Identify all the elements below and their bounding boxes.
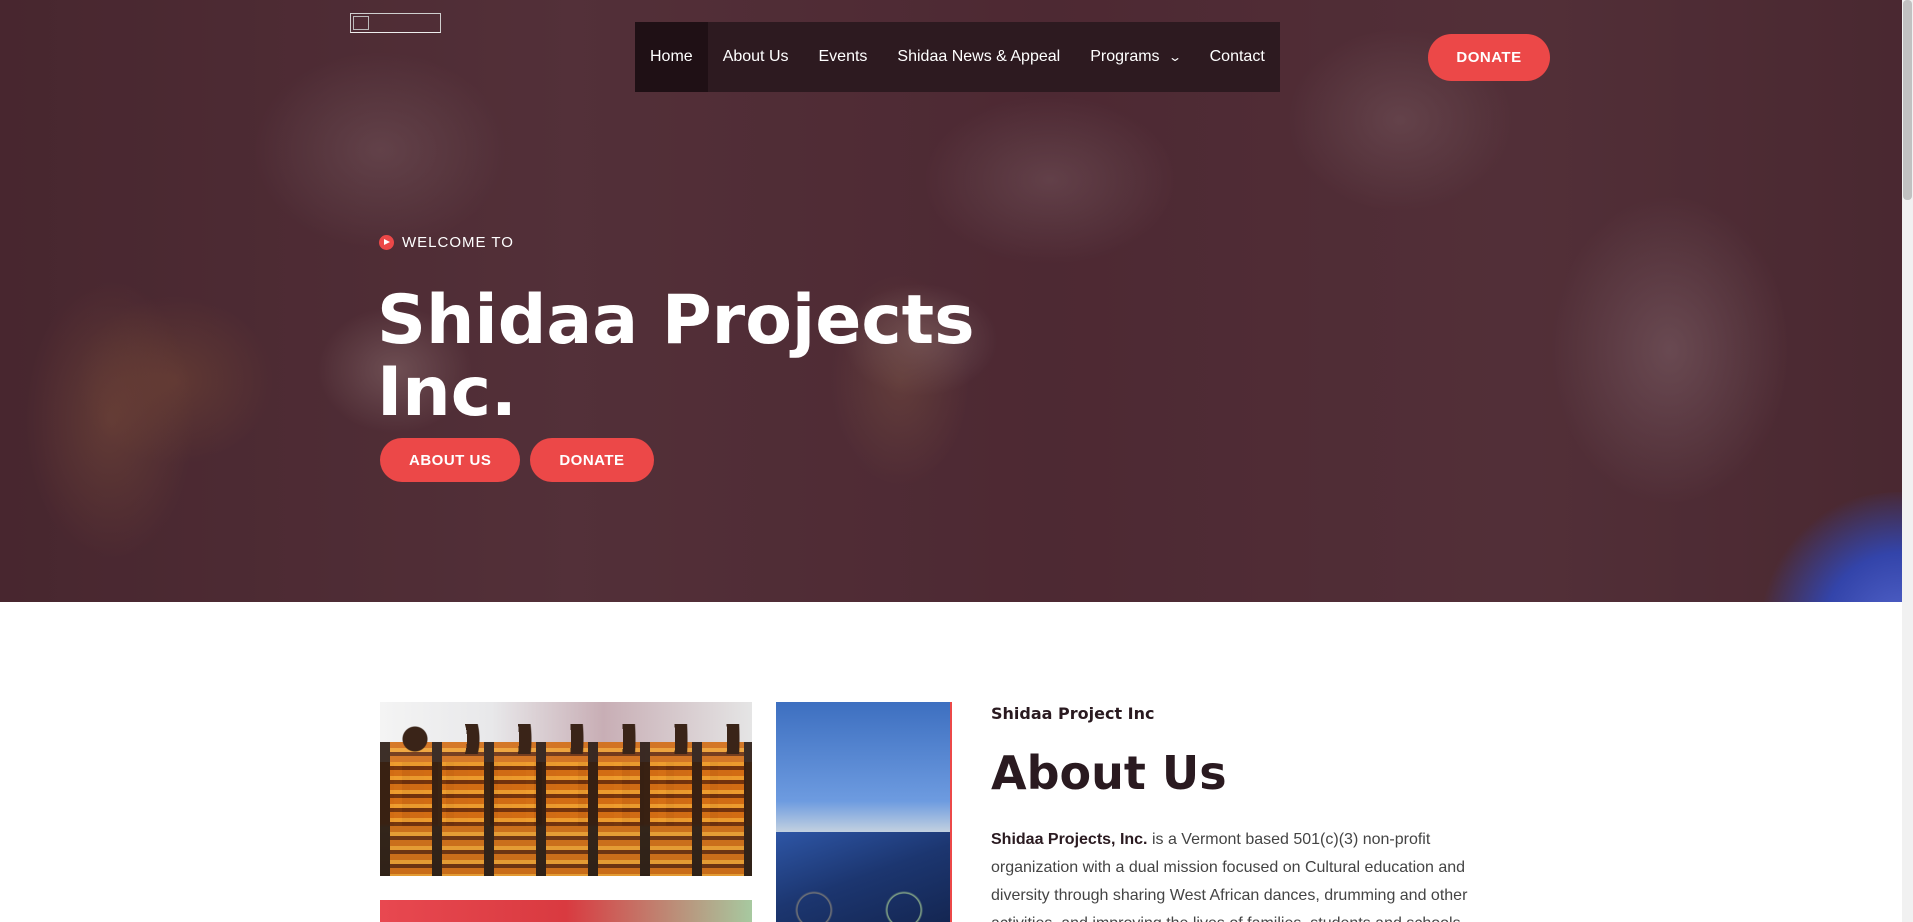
header-donate-button[interactable]: DONATE <box>1428 34 1550 81</box>
play-circle-icon <box>379 235 394 250</box>
about-body: Shidaa Projects, Inc. is a Vermont based… <box>991 826 1511 922</box>
page-scrollbar[interactable] <box>1902 0 1913 922</box>
nav-item-events[interactable]: Events <box>804 22 883 92</box>
scrollbar-thumb[interactable] <box>1903 0 1912 200</box>
nav-label: Events <box>818 48 868 65</box>
nav-label: Home <box>650 48 693 65</box>
hero-buttons: ABOUT US DONATE <box>380 438 654 482</box>
dancers-group-photo <box>380 702 752 876</box>
third-photo <box>380 900 752 922</box>
nav-item-about-us[interactable]: About Us <box>708 22 804 92</box>
photo-bicycle <box>784 880 934 922</box>
tent-photo <box>776 702 952 922</box>
hero-title: Shidaa Projects Inc. <box>377 281 975 432</box>
photo-people <box>380 742 752 876</box>
nav-item-news-appeal[interactable]: Shidaa News & Appeal <box>882 22 1075 92</box>
nav-item-home[interactable]: Home <box>635 22 708 92</box>
nav-label: Programs <box>1090 48 1160 65</box>
about-us-button[interactable]: ABOUT US <box>380 438 521 482</box>
about-title: About Us <box>991 746 1227 800</box>
site-logo[interactable] <box>350 13 441 33</box>
hero-eyebrow: WELCOME TO <box>379 234 514 251</box>
nav-label: About Us <box>722 48 789 65</box>
nav-item-contact[interactable]: Contact <box>1195 22 1280 92</box>
nav-item-programs[interactable]: Programs ⌄ <box>1075 22 1194 92</box>
nav-label: Shidaa News & Appeal <box>897 48 1061 65</box>
hero-donate-button[interactable]: DONATE <box>530 438 654 482</box>
chevron-down-icon: ⌄ <box>1167 50 1182 64</box>
main-nav: Home About Us Events Shidaa News & Appea… <box>635 22 1280 92</box>
nav-label: Contact <box>1209 48 1265 65</box>
hero-eyebrow-text: WELCOME TO <box>402 234 514 251</box>
photo-heads <box>390 724 750 754</box>
about-eyebrow: Shidaa Project Inc <box>991 704 1155 723</box>
about-body-strong: Shidaa Projects, Inc. <box>991 831 1148 848</box>
hero-section: Home About Us Events Shidaa News & Appea… <box>0 0 1902 602</box>
